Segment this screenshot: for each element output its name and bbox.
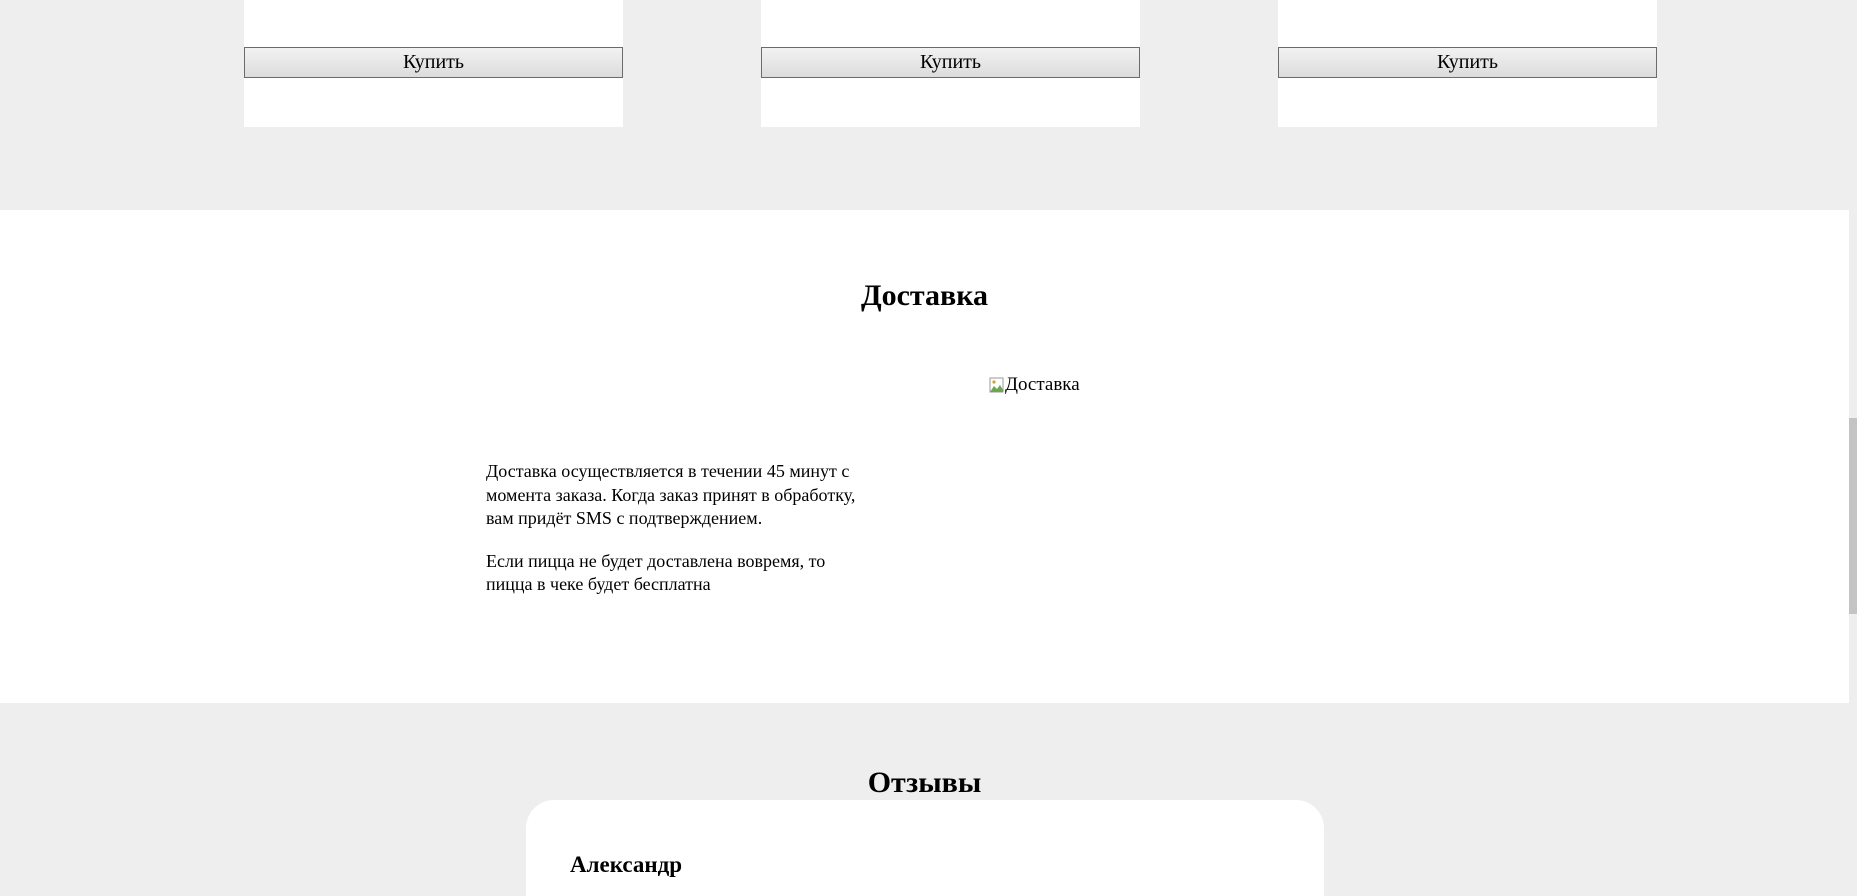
reviews-title: Отзывы [867, 766, 982, 799]
delivery-section: Доставка Доставка Доставка осуществляетс… [0, 210, 1849, 703]
broken-image-icon [989, 377, 1005, 393]
delivery-paragraph: Доставка осуществляется в течении 45 мин… [486, 461, 856, 528]
products-section: Купить Купить Купить [0, 0, 1857, 210]
scrollbar-thumb[interactable] [1849, 418, 1857, 614]
review-card: Александр [526, 800, 1324, 896]
page: Купить Купить Купить Доставка Доставка Д… [0, 0, 1857, 896]
buy-button[interactable]: Купить [761, 47, 1140, 78]
reviews-section: Отзывы Александр [0, 703, 1857, 896]
delivery-image-alt: Доставка [1005, 374, 1080, 395]
buy-button[interactable]: Купить [1278, 47, 1657, 78]
delivery-text: Доставка осуществляется в течении 45 мин… [486, 460, 866, 616]
delivery-image: Доставка [989, 374, 1080, 396]
product-card: Купить [1278, 0, 1657, 127]
product-card: Купить [761, 0, 1140, 127]
delivery-paragraph: Если пицца не будет доставлена вовремя, … [486, 550, 826, 595]
product-card: Купить [244, 0, 623, 127]
buy-button[interactable]: Купить [244, 47, 623, 78]
review-author: Александр [570, 852, 683, 877]
delivery-title: Доставка [860, 279, 989, 312]
scrollbar[interactable] [1849, 0, 1857, 896]
